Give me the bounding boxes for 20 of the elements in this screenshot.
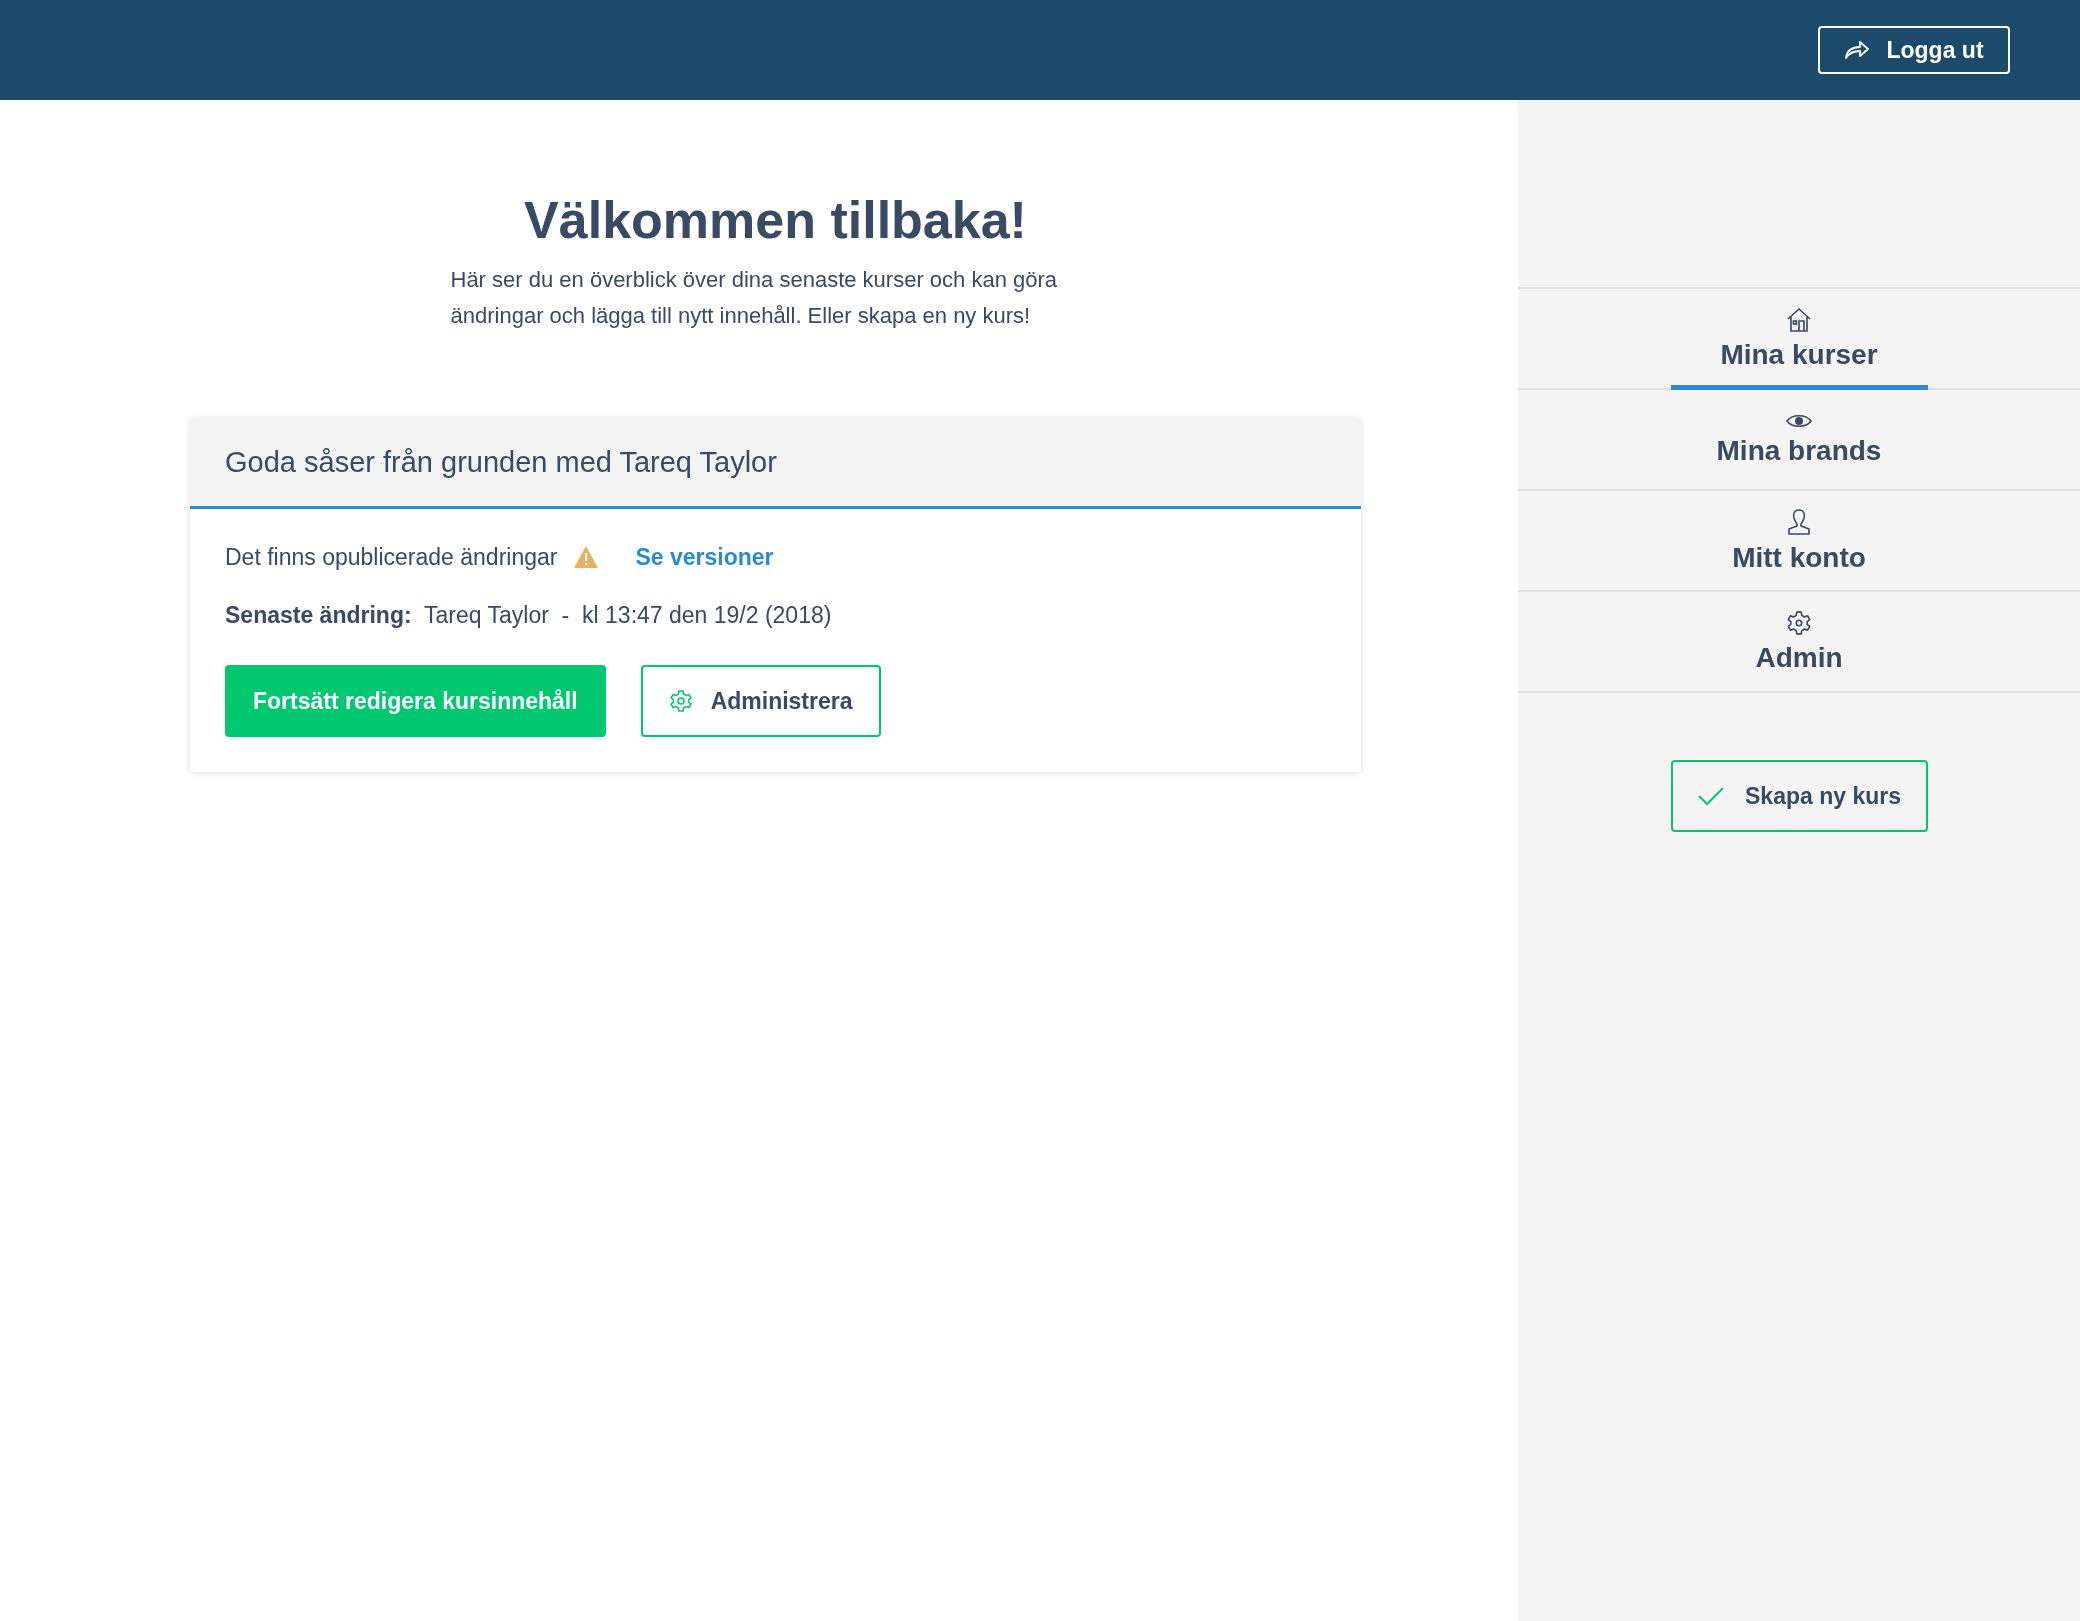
- settings-icon: [668, 689, 693, 713]
- settings-icon: [1786, 609, 1812, 636]
- welcome-title: Välkommen tillbaka!: [524, 190, 1027, 251]
- eye-icon: [1786, 412, 1812, 429]
- versions-link[interactable]: Se versioner: [635, 543, 774, 571]
- user-icon: [1786, 507, 1812, 536]
- course-title: Goda såser från grunden med Tareq Taylor: [225, 445, 777, 479]
- status-text: Det finns opublicerade ändringar: [225, 543, 558, 571]
- administer-button[interactable]: Administrera: [640, 665, 881, 737]
- last-change-text: Senaste ändring: Tareq Taylor - kl 13:47 den 19/2 (2018): [225, 601, 833, 630]
- share-arrow-icon: [1844, 40, 1871, 60]
- nav-item[interactable]: Mitt konto: [1518, 491, 2080, 592]
- nav-item[interactable]: Mina brands: [1518, 390, 2080, 491]
- welcome-text: Här ser du en överblick över dina senaste kurser och kan göra ändringar och lägga till nytt innehåll. Eller skapa en ny kurs!: [450, 266, 1059, 330]
- nav-item[interactable]: Mina kurser: [1518, 289, 2080, 390]
- house-icon: [1786, 306, 1812, 333]
- logout-button[interactable]: Logga ut: [1818, 26, 2010, 74]
- nav-item[interactable]: Admin: [1518, 592, 2080, 693]
- checkmark-icon: [1697, 786, 1725, 806]
- create-course-button[interactable]: Skapa ny kurs: [1670, 760, 1928, 832]
